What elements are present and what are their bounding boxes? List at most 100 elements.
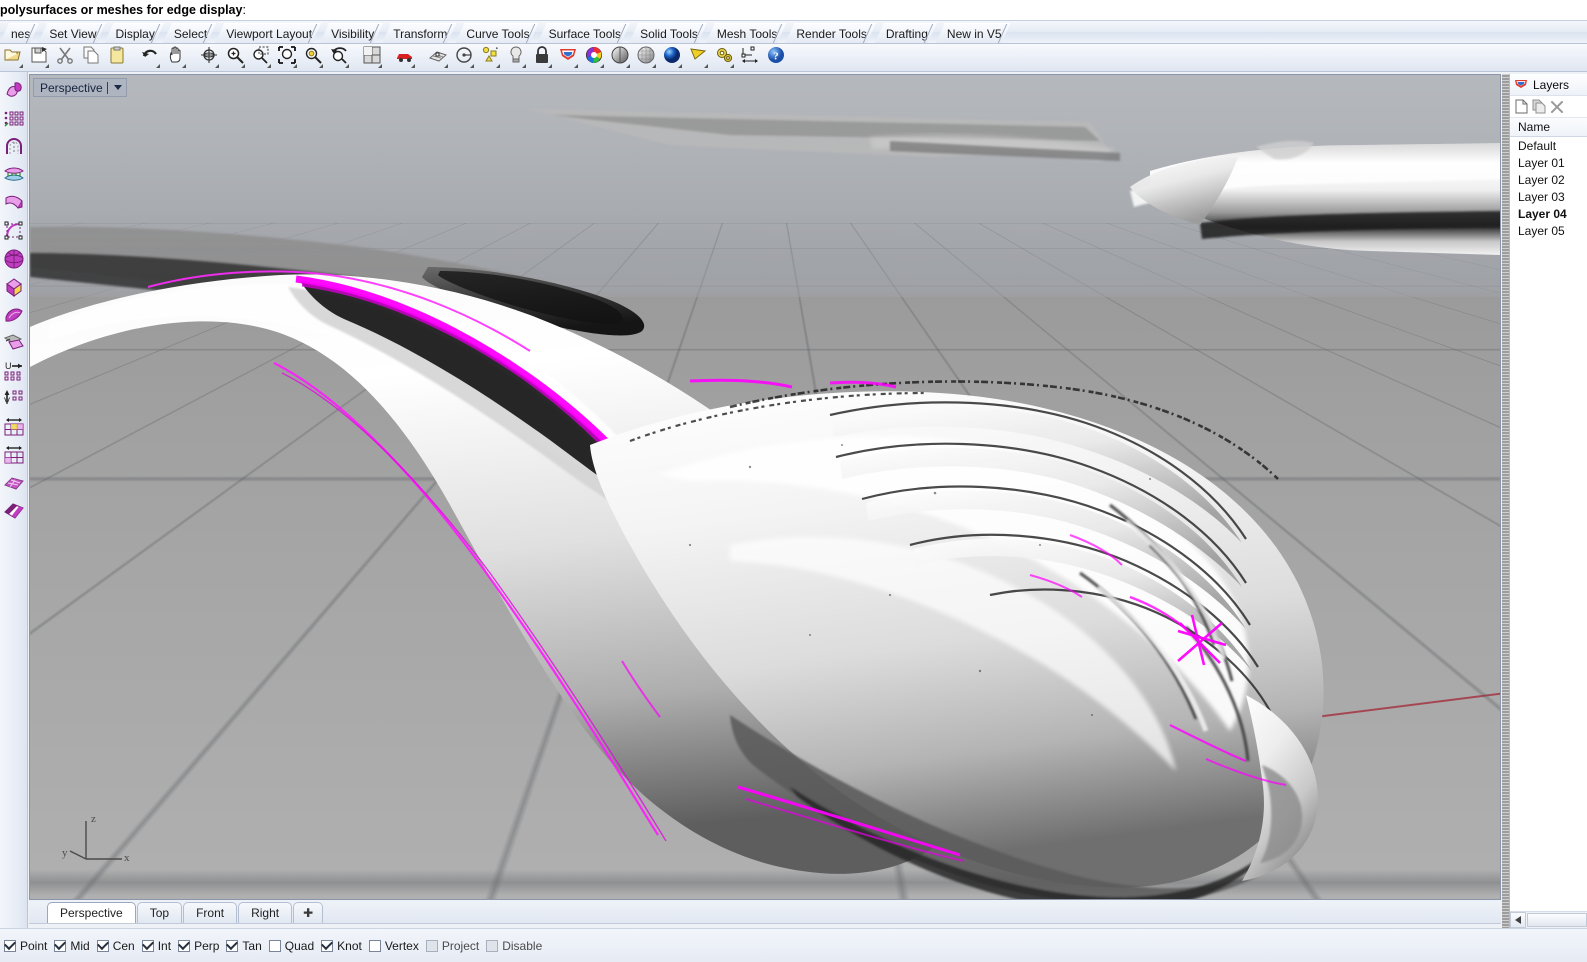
flyout-triangle-icon[interactable]	[496, 64, 500, 68]
flyout-triangle-icon[interactable]	[704, 64, 708, 68]
flyout-triangle-icon[interactable]	[345, 64, 349, 68]
osnap-cen[interactable]: Cen	[96, 939, 142, 953]
flyout-triangle-icon[interactable]	[45, 64, 49, 68]
osnap-int[interactable]: Int	[141, 939, 178, 953]
toolbar-tab-visibility[interactable]: Visibility	[320, 23, 383, 43]
ghosted-sphere-button[interactable]	[633, 45, 658, 70]
osnap-checkbox-mid[interactable]	[54, 939, 67, 952]
save-file-button[interactable]	[26, 45, 51, 70]
zoom-extents-button[interactable]	[274, 45, 299, 70]
surface-from-network-button[interactable]	[1, 164, 27, 190]
toolbar-tab-viewport-layout[interactable]: Viewport Layout	[215, 23, 321, 43]
box-surface-button[interactable]	[1, 276, 27, 302]
flyout-triangle-icon[interactable]	[600, 64, 604, 68]
layer-row[interactable]: Layer 04	[1510, 205, 1587, 222]
flyout-triangle-icon[interactable]	[19, 64, 23, 68]
viewport-tab-top[interactable]: Top	[136, 902, 183, 923]
osnap-checkbox-quad[interactable]	[268, 939, 281, 952]
toolbar-tab-curve-tools[interactable]: Curve Tools	[455, 23, 538, 43]
add-viewport-tab-button[interactable]: ✚	[293, 902, 324, 923]
lock-button[interactable]	[529, 45, 554, 70]
flyout-triangle-icon[interactable]	[522, 64, 526, 68]
cut-scissors-button[interactable]	[52, 45, 77, 70]
osnap-checkbox-int[interactable]	[141, 939, 154, 952]
rebuild-surface-button[interactable]	[1, 472, 27, 498]
gears-options-button[interactable]	[711, 45, 736, 70]
rendered-sphere-button[interactable]	[659, 45, 684, 70]
light-bulb-button[interactable]	[503, 45, 528, 70]
sweep-1-rail-button[interactable]	[1, 192, 27, 218]
toolbar-tab-display[interactable]: Display	[105, 23, 164, 43]
zoom-selected-button[interactable]	[300, 45, 325, 70]
flyout-triangle-icon[interactable]	[444, 64, 448, 68]
toolbar-tab-select[interactable]: Select	[163, 23, 216, 43]
flyout-triangle-icon[interactable]	[293, 64, 297, 68]
flyout-triangle-icon[interactable]	[548, 64, 552, 68]
zoom-window-button[interactable]	[248, 45, 273, 70]
chevron-down-icon[interactable]	[113, 85, 122, 90]
untrim-surface-button[interactable]	[1, 500, 27, 526]
osnap-checkbox-point[interactable]	[4, 939, 16, 952]
rotate-view-button[interactable]	[196, 45, 221, 70]
toolbar-tab-nes[interactable]: nes	[0, 23, 39, 43]
delete-layer-icon[interactable]	[1550, 100, 1564, 114]
scroll-left-arrow-icon[interactable]	[1510, 912, 1526, 928]
osnap-checkbox-disable[interactable]	[486, 939, 499, 952]
loft-surface-button[interactable]	[1, 136, 27, 162]
osnap-point[interactable]: Point	[4, 939, 54, 953]
layer-row[interactable]: Layer 05	[1510, 222, 1587, 239]
surface-u-direction-button[interactable]: U	[1, 360, 27, 386]
flyout-triangle-icon[interactable]	[156, 64, 160, 68]
shaded-sphere-button[interactable]	[607, 45, 632, 70]
layer-row[interactable]: Layer 02	[1510, 171, 1587, 188]
osnap-checkbox-vertex[interactable]	[368, 939, 381, 952]
flyout-triangle-icon[interactable]	[378, 64, 382, 68]
flag-button[interactable]	[685, 45, 710, 70]
help-question-button[interactable]: ?	[763, 45, 788, 70]
toolbar-tab-mesh-tools[interactable]: Mesh Tools	[706, 23, 786, 43]
osnap-checkbox-perp[interactable]	[178, 939, 191, 952]
undo-arrow-button[interactable]	[137, 45, 162, 70]
viewport-title-button[interactable]: Perspective	[33, 78, 127, 97]
osnap-disable[interactable]: Disable	[486, 939, 549, 953]
osnap-project[interactable]: Project	[425, 939, 486, 953]
osnap-checkbox-tan[interactable]	[226, 939, 239, 952]
flyout-triangle-icon[interactable]	[411, 64, 415, 68]
insert-knot-v-button[interactable]	[1, 444, 27, 470]
flyout-triangle-icon[interactable]	[652, 64, 656, 68]
copy-button[interactable]	[78, 45, 103, 70]
toolbar-tab-render-tools[interactable]: Render Tools	[785, 23, 876, 43]
flyout-triangle-icon[interactable]	[626, 64, 630, 68]
flyout-triangle-icon[interactable]	[267, 64, 271, 68]
toolbar-tab-drafting[interactable]: Drafting	[875, 23, 937, 43]
flyout-triangle-icon[interactable]	[678, 64, 682, 68]
scrollbar-thumb[interactable]	[1527, 913, 1587, 927]
sphere-surface-button[interactable]	[1, 248, 27, 274]
osnap-checkbox-knot[interactable]	[321, 939, 334, 952]
osnap-tan[interactable]: Tan	[226, 939, 268, 953]
viewport-tab-right[interactable]: Right	[238, 902, 293, 923]
patch-surface-button[interactable]	[1, 304, 27, 330]
object-snap-button[interactable]	[477, 45, 502, 70]
command-line-prompt[interactable]: polysurfaces or meshes for edge display:	[0, 0, 1587, 21]
drape-surface-button[interactable]	[1, 332, 27, 358]
surface-from-curves-button[interactable]	[1, 80, 27, 106]
flyout-triangle-icon[interactable]	[730, 64, 734, 68]
osnap-vertex[interactable]: Vertex	[368, 939, 426, 953]
toolbar-tab-solid-tools[interactable]: Solid Tools	[629, 23, 707, 43]
flyout-triangle-icon[interactable]	[319, 64, 323, 68]
surface-v-direction-button[interactable]: V	[1, 388, 27, 414]
open-file-button[interactable]	[0, 45, 25, 70]
flyout-triangle-icon[interactable]	[182, 64, 186, 68]
layer-row[interactable]: Default	[1510, 137, 1587, 154]
osnap-mid[interactable]: Mid	[54, 939, 96, 953]
copy-layer-icon[interactable]	[1532, 99, 1546, 114]
dimension-button[interactable]	[737, 45, 762, 70]
viewport-tab-front[interactable]: Front	[183, 902, 238, 923]
viewport-tab-perspective[interactable]: Perspective	[47, 902, 136, 923]
osnap-perp[interactable]: Perp	[178, 939, 226, 953]
viewport-layout-button[interactable]	[359, 45, 384, 70]
planar-circle-button[interactable]	[451, 45, 476, 70]
osnap-quad[interactable]: Quad	[268, 939, 321, 953]
layers-shield-button[interactable]	[555, 45, 580, 70]
